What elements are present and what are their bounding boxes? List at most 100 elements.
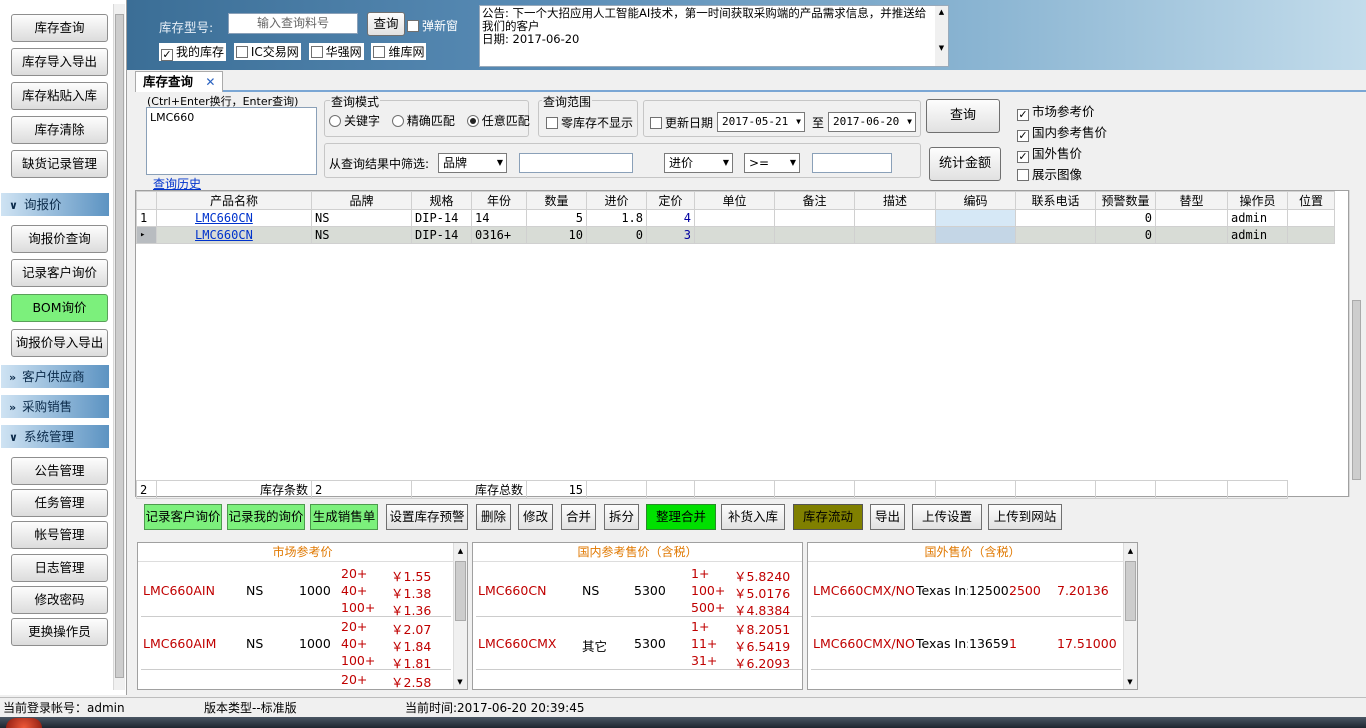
create-sales-order-button[interactable]: 生成销售单	[310, 504, 378, 530]
sidebar-scrollbar[interactable]	[113, 4, 125, 690]
cell-cost[interactable]: 0	[586, 226, 647, 244]
split-button[interactable]: 拆分	[604, 504, 639, 530]
table-row[interactable]: 1 LMC660CN NS DIP-14 14 5 1.8 4 0 admin	[136, 209, 1335, 227]
col-header-spec[interactable]: 规格	[411, 191, 472, 210]
cell-code[interactable]	[935, 209, 1016, 227]
cell-code[interactable]	[935, 226, 1016, 244]
delete-button[interactable]: 删除	[476, 504, 511, 530]
col-header-brand[interactable]: 品牌	[311, 191, 412, 210]
zero-stock-checkbox[interactable]: 零库存不显示	[546, 114, 633, 131]
cell-qty[interactable]: 10	[526, 226, 587, 244]
upload-website-button[interactable]: 上传到网站	[988, 504, 1062, 530]
cell-year[interactable]: 14	[471, 209, 527, 227]
edit-button[interactable]: 修改	[518, 504, 553, 530]
sidebar-item-stock-import-export[interactable]: 库存导入导出	[11, 48, 108, 76]
cell-brand[interactable]: NS	[311, 226, 412, 244]
cell-remark[interactable]	[774, 226, 855, 244]
col-header-phone[interactable]: 联系电话	[1015, 191, 1096, 210]
record-my-inquiry-button[interactable]: 记录我的询价	[227, 504, 305, 530]
cell-brand[interactable]: NS	[311, 209, 412, 227]
product-link[interactable]: LMC660CN	[195, 211, 253, 225]
sidebar-section-system[interactable]: ∨ 系统管理	[1, 424, 109, 448]
cell-alt[interactable]	[1155, 209, 1228, 227]
sidebar-item-change-operator[interactable]: 更换操作员	[11, 618, 108, 646]
cell-alt[interactable]	[1155, 226, 1228, 244]
sidebar-item-log-manage[interactable]: 日志管理	[11, 554, 108, 582]
sidebar-item-notice-manage[interactable]: 公告管理	[11, 457, 108, 485]
list-item[interactable]: LMC660CMX/NO Texas In: 12500 2500 7.2013…	[811, 565, 1121, 617]
col-header-alt[interactable]: 替型	[1155, 191, 1228, 210]
cell-location[interactable]	[1287, 209, 1335, 227]
site-ic-trade[interactable]: IC交易网	[233, 43, 301, 60]
list-item[interactable]: LMC660CMX/NO Texas In: 13659 1 17.51000	[811, 618, 1121, 670]
list-item[interactable]: LMC660CN NS 5300 1+ ￥5.8240 100+ ￥5.0176…	[476, 565, 802, 618]
sidebar-item-record-customer-inquiry[interactable]: 记录客户询价	[11, 259, 108, 287]
sidebar-item-stock-clear[interactable]: 库存清除	[11, 116, 108, 144]
col-header-price[interactable]: 定价	[646, 191, 695, 210]
sidebar-section-customer[interactable]: » 客户供应商	[1, 364, 109, 388]
site-my-stock[interactable]: ✓ 我的库存	[159, 43, 227, 61]
stock-flow-button[interactable]: 库存流动	[793, 504, 863, 530]
list-item[interactable]: 20+ ￥2.58	[141, 671, 451, 690]
cell-year[interactable]: 0316+	[471, 226, 527, 244]
filter-field-select[interactable]: 品牌	[438, 153, 507, 173]
check-foreign-price[interactable]: ✓ 国外售价	[1017, 143, 1107, 164]
cell-desc[interactable]	[854, 209, 936, 227]
stock-search-input[interactable]: 输入查询料号	[228, 13, 358, 34]
col-header-unit[interactable]: 单位	[694, 191, 775, 210]
record-customer-inquiry-button[interactable]: 记录客户询价	[144, 504, 222, 530]
list-item[interactable]: LMC660CMX 其它 5300 1+ ￥8.2051 11+ ￥6.5419…	[476, 618, 802, 671]
cell-unit[interactable]	[694, 209, 775, 227]
grid-scrollbar[interactable]	[1349, 190, 1363, 497]
sidebar-item-inquiry-import-export[interactable]: 询报价导入导出	[11, 329, 108, 357]
sidebar-item-stock-query[interactable]: 库存查询	[11, 14, 108, 42]
sidebar-item-account-manage[interactable]: 帐号管理	[11, 521, 108, 549]
market-panel-scrollbar[interactable]: ▲ ▼	[453, 543, 467, 689]
col-header-desc[interactable]: 描述	[854, 191, 936, 210]
sum-amount-button[interactable]: 统计金额	[929, 147, 1001, 181]
cell-remark[interactable]	[774, 209, 855, 227]
merge-button[interactable]: 合并	[561, 504, 596, 530]
filter-value2-input[interactable]	[812, 153, 892, 173]
col-header-remark[interactable]: 备注	[774, 191, 855, 210]
site-huaqiang[interactable]: 华强网	[308, 43, 364, 60]
sidebar-item-bom-inquiry[interactable]: BOM询价	[11, 294, 108, 322]
sidebar-section-inquiry[interactable]: ∨ 询报价	[1, 192, 109, 216]
filter-value-input[interactable]	[519, 153, 633, 173]
cell-location[interactable]	[1287, 226, 1335, 244]
sidebar-item-change-password[interactable]: 修改密码	[11, 586, 108, 614]
update-date-checkbox[interactable]: 更新日期	[650, 114, 713, 131]
site-weiku[interactable]: 维库网	[371, 43, 427, 60]
foreign-panel-scrollbar[interactable]: ▲ ▼	[1123, 543, 1137, 689]
col-header-year[interactable]: 年份	[471, 191, 527, 210]
col-header-location[interactable]: 位置	[1287, 191, 1335, 210]
cell-phone[interactable]	[1015, 226, 1096, 244]
export-button[interactable]: 导出	[870, 504, 905, 530]
table-row[interactable]: ▸ LMC660CN NS DIP-14 0316+ 10 0 3 0 admi…	[136, 226, 1335, 244]
query-button[interactable]: 查询	[926, 99, 1000, 133]
col-header-name[interactable]: 产品名称	[156, 191, 312, 210]
cell-operator[interactable]: admin	[1227, 209, 1288, 227]
notice-scrollbar[interactable]: ▲ ▼	[935, 6, 948, 66]
popup-checkbox[interactable]: 弹新窗	[407, 17, 458, 34]
cell-price[interactable]: 4	[646, 209, 695, 227]
list-item[interactable]: LMC660AIM NS 1000 20+ ￥2.07 40+ ￥1.84 10…	[141, 618, 451, 671]
close-icon[interactable]: ✕	[205, 75, 215, 89]
cell-desc[interactable]	[854, 226, 936, 244]
sidebar-section-purchase[interactable]: » 采购销售	[1, 394, 109, 418]
col-header-qty[interactable]: 数量	[526, 191, 587, 210]
cell-phone[interactable]	[1015, 209, 1096, 227]
cell-spec[interactable]: DIP-14	[411, 209, 472, 227]
col-header-code[interactable]: 编码	[935, 191, 1016, 210]
col-header-warn[interactable]: 预警数量	[1095, 191, 1156, 210]
set-stock-warning-button[interactable]: 设置库存预警	[386, 504, 468, 530]
query-textarea[interactable]: LMC660	[146, 107, 317, 175]
organize-merge-button[interactable]: 整理合并	[646, 504, 716, 530]
sidebar-item-shortage[interactable]: 缺货记录管理	[11, 150, 108, 178]
start-button-icon[interactable]	[6, 718, 42, 728]
grid-scroll-thumb[interactable]	[1352, 300, 1361, 480]
mode-exact[interactable]: 精确匹配	[391, 114, 455, 128]
list-item[interactable]: LMC660AIN NS 1000 20+ ￥1.55 40+ ￥1.38 10…	[141, 565, 451, 618]
tab-stock-query[interactable]: 库存查询 ✕	[135, 71, 223, 92]
col-header-cost[interactable]: 进价	[586, 191, 647, 210]
